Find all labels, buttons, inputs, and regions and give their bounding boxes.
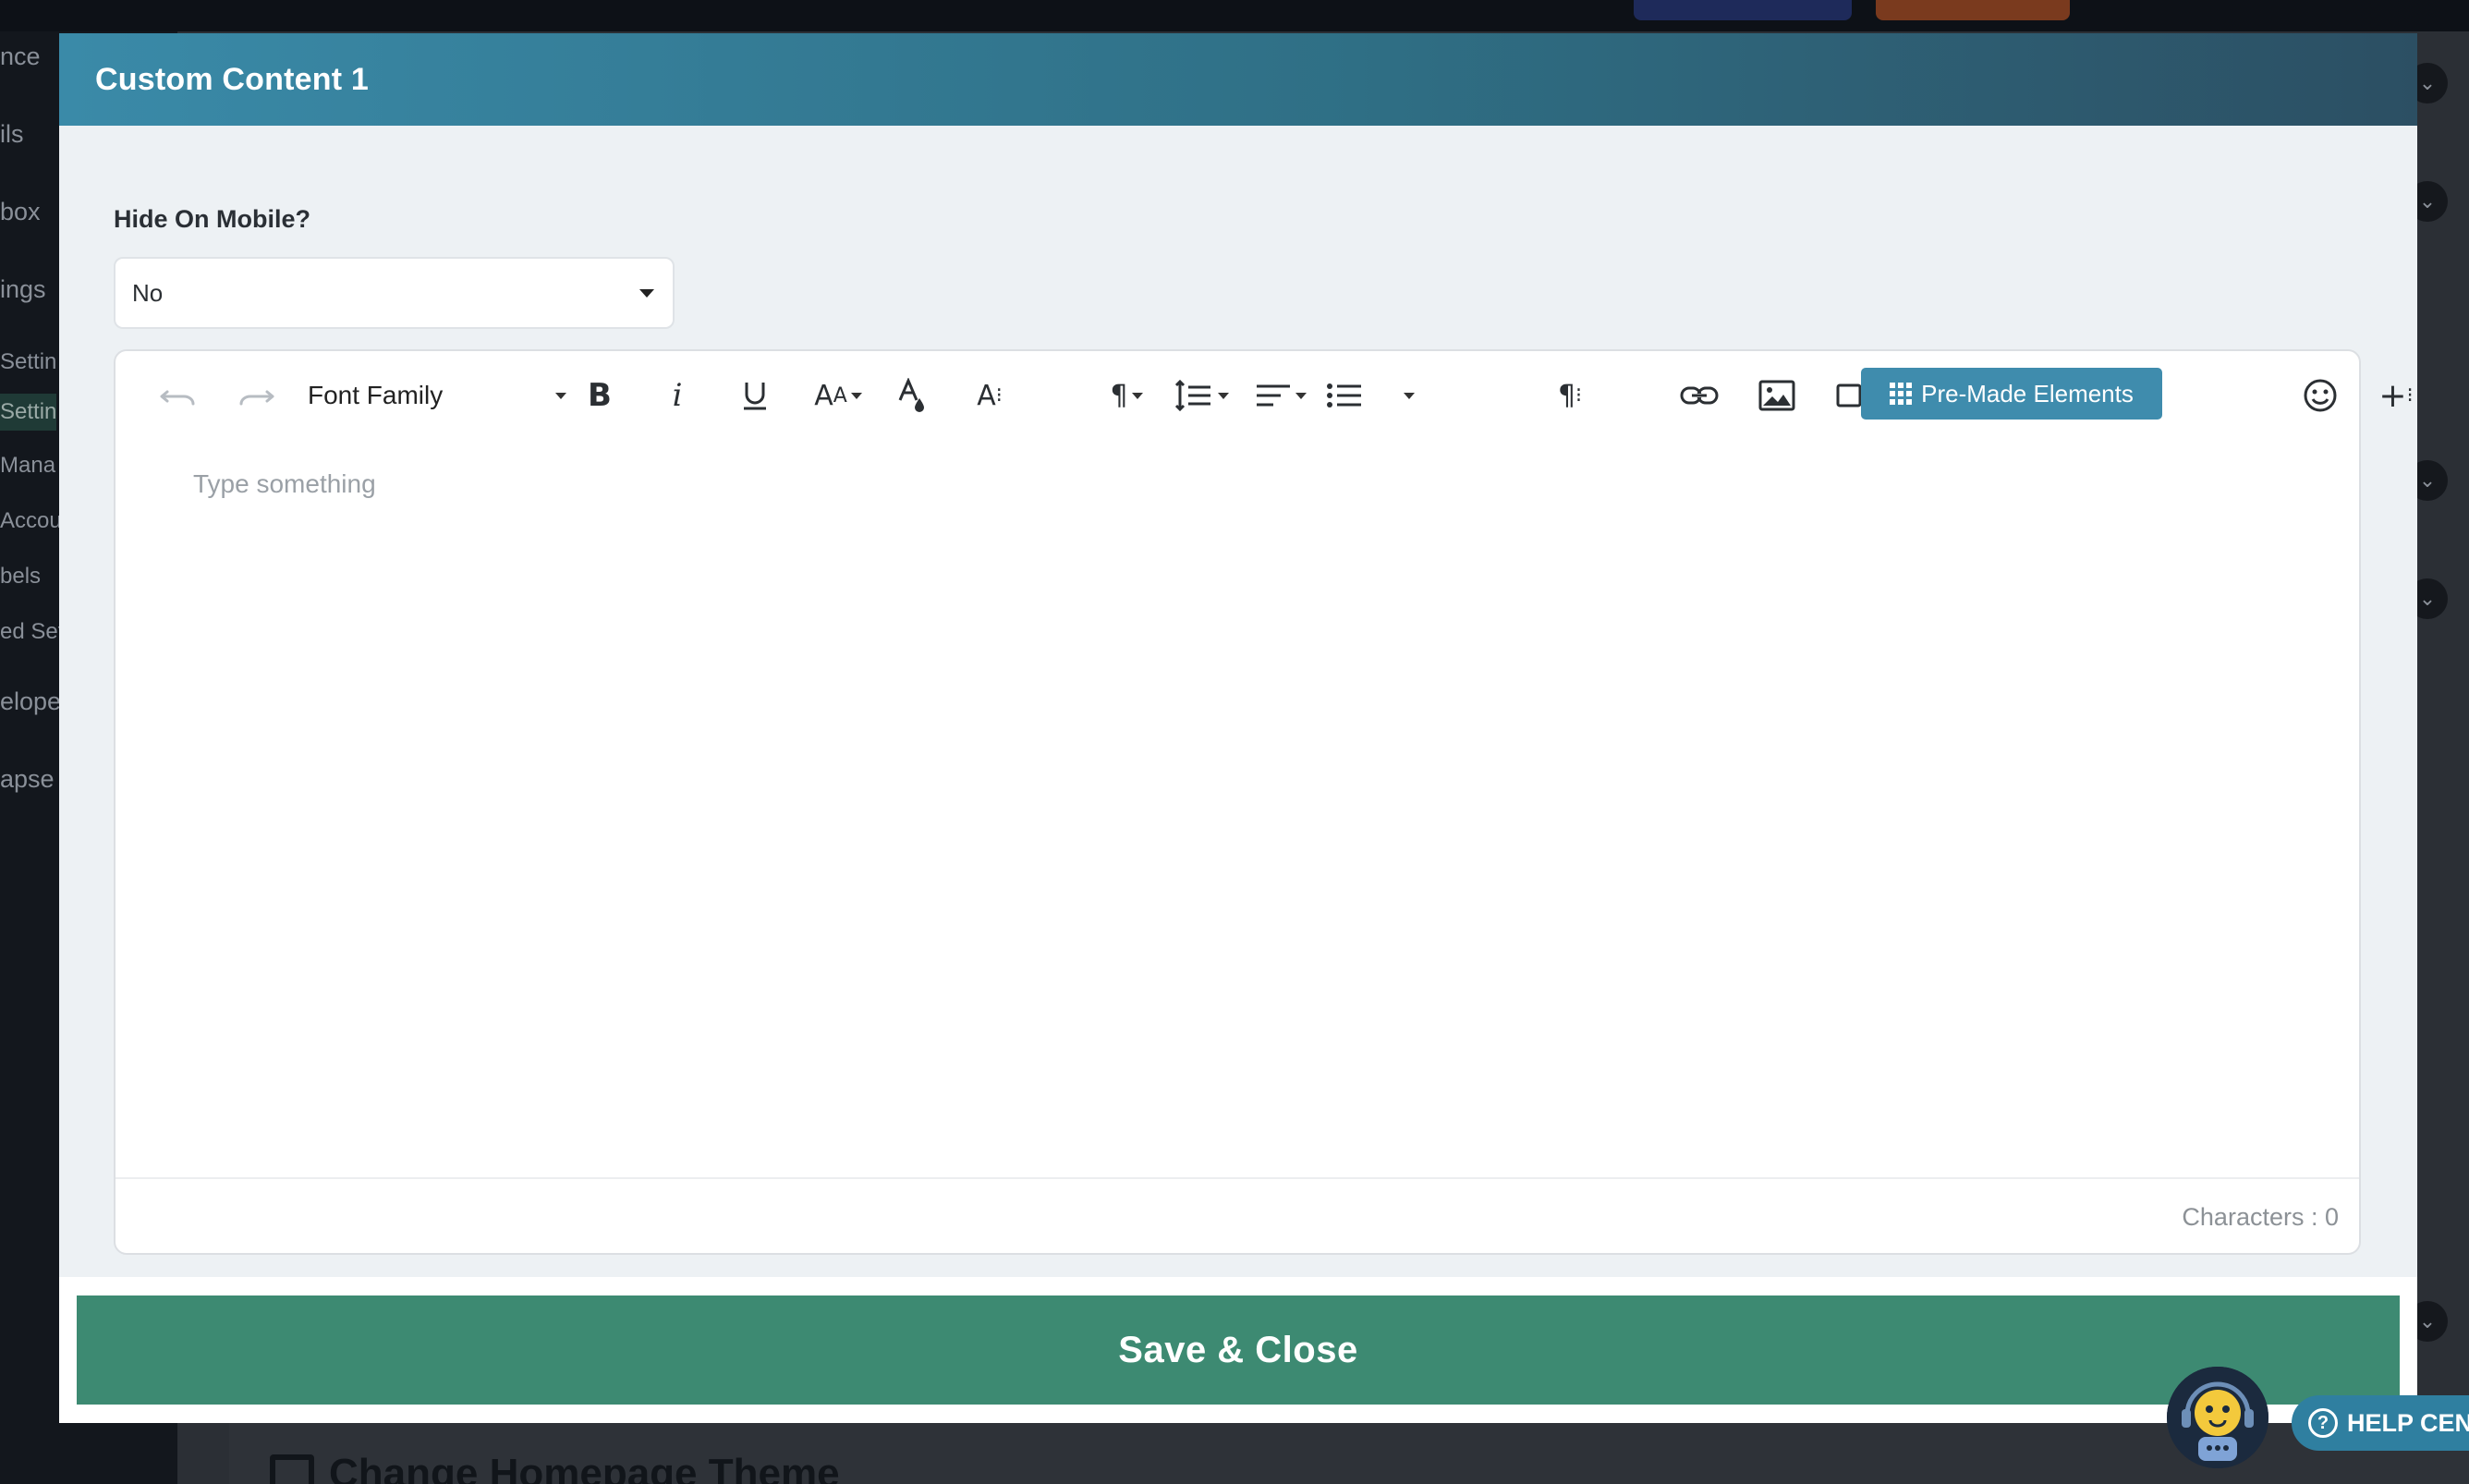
caret-down-icon <box>1131 392 1143 399</box>
background-sidebar-item: ed Set <box>0 619 65 644</box>
text-more-icon[interactable]: A ⁝ <box>967 373 1012 418</box>
hide-on-mobile-value: No <box>132 278 164 307</box>
caret-down-icon <box>1295 392 1307 399</box>
background-sidebar-item: box <box>0 198 41 225</box>
grid-icon <box>1890 383 1913 405</box>
caret-down-icon <box>850 392 862 399</box>
modal-footer: Save & Close <box>59 1277 2417 1423</box>
bold-icon[interactable]: B <box>578 373 622 418</box>
background-sidebar-item: Settin <box>0 349 57 374</box>
background-sidebar-item-active: Settin <box>0 394 57 431</box>
character-count: Characters : 0 <box>2182 1203 2339 1231</box>
background-sidebar-item: Accou <box>0 508 62 533</box>
help-center-label: HELP CEN <box>2347 1408 2469 1437</box>
background-sidebar-item: apse <box>0 765 55 793</box>
text-color-icon[interactable] <box>890 373 934 418</box>
save-and-close-button[interactable]: Save & Close <box>77 1295 2400 1405</box>
rich-text-editor: Font Family B i AA A ⁝ ¶ ¶ ⁝ Pre-Made El… <box>114 349 2414 1255</box>
modal-header: Custom Content 1 <box>59 33 2417 126</box>
chatbot-avatar-icon[interactable] <box>2167 1367 2268 1468</box>
line-height-icon[interactable] <box>1169 373 1234 418</box>
pre-made-elements-button[interactable]: Pre-Made Elements <box>1861 368 2162 420</box>
caret-down-icon <box>1404 392 1415 399</box>
modal-body: Hide On Mobile? No Font Family B i A A A… <box>59 126 2417 1277</box>
align-icon[interactable] <box>1248 373 1313 418</box>
hide-on-mobile-label: Hide On Mobile? <box>114 205 310 233</box>
insert-more-icon[interactable]: + ⁝ <box>2374 373 2418 418</box>
background-sidebar-item: Mana <box>0 453 56 478</box>
custom-content-modal: Custom Content 1 Hide On Mobile? No Font… <box>59 33 2417 1423</box>
link-icon[interactable] <box>1677 373 1721 418</box>
paragraph-format-icon[interactable]: ¶ <box>1097 373 1156 418</box>
theme-icon <box>270 1454 314 1484</box>
redo-icon[interactable] <box>234 373 278 418</box>
editor-content-area[interactable]: Type something <box>116 440 2359 1177</box>
italic-icon[interactable]: i <box>655 373 699 418</box>
background-sidebar-item: ings <box>0 275 46 303</box>
background-homepage-theme-title: Change Homepage Theme <box>329 1451 840 1484</box>
background-sidebar-item: ils <box>0 120 24 148</box>
background-view-website-button <box>1876 0 2070 20</box>
caret-down-icon <box>639 289 654 298</box>
font-family-dropdown[interactable]: Font Family <box>308 373 566 418</box>
editor-toolbar: Font Family B i AA A ⁝ ¶ ¶ ⁝ Pre-Made El… <box>116 351 2414 440</box>
image-icon[interactable] <box>1755 373 1799 418</box>
font-size-icon[interactable]: AA <box>805 373 871 418</box>
hide-on-mobile-select[interactable]: No <box>114 257 675 329</box>
bullet-list-icon[interactable] <box>1326 373 1415 418</box>
paragraph-more-icon[interactable]: ¶ ⁝ <box>1548 373 1592 418</box>
caret-down-icon <box>555 392 566 399</box>
undo-icon[interactable] <box>156 373 201 418</box>
underline-icon[interactable] <box>733 373 777 418</box>
background-sidebar-item: elope <box>0 687 62 715</box>
background-sidebar-item: nce <box>0 43 41 70</box>
question-icon: ? <box>2308 1408 2338 1438</box>
font-family-label: Font Family <box>308 381 444 409</box>
caret-down-icon <box>1218 392 1229 399</box>
editor-placeholder: Type something <box>193 469 376 498</box>
modal-title: Custom Content 1 <box>95 61 369 97</box>
background-quick-create-button <box>1634 0 1852 20</box>
editor-footer: Characters : 0 <box>116 1177 2359 1255</box>
background-topbar <box>0 0 2469 31</box>
help-center-button[interactable]: ? HELP CEN <box>2292 1395 2469 1451</box>
background-sidebar-item: bels <box>0 564 42 589</box>
emoji-icon[interactable] <box>2298 373 2342 418</box>
pre-made-elements-label: Pre-Made Elements <box>1921 379 2134 407</box>
